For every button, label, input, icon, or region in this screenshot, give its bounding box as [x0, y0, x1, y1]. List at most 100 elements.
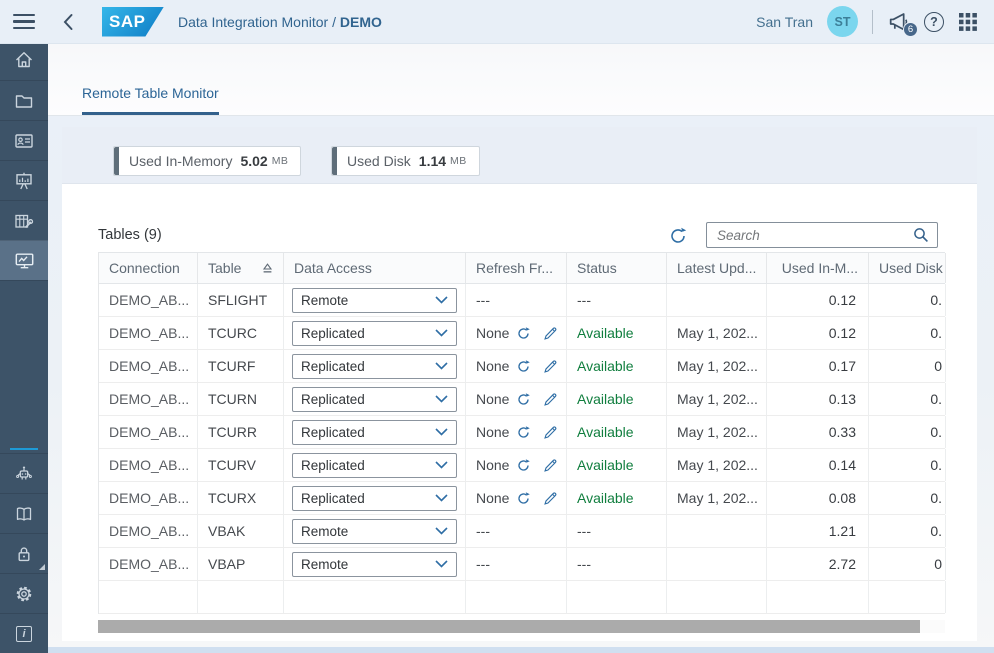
- notifications-megaphone-icon[interactable]: 6: [887, 10, 910, 33]
- horizontal-scrollbar[interactable]: [98, 620, 945, 633]
- data-access-select[interactable]: Remote: [292, 519, 457, 544]
- sidebar-item-presentation[interactable]: [0, 160, 48, 200]
- kpi-used-in-memory[interactable]: Used In-Memory 5.02 MB: [113, 146, 301, 176]
- help-icon[interactable]: ?: [924, 12, 944, 32]
- row-refresh-icon[interactable]: [516, 326, 531, 341]
- sap-logo[interactable]: SAP: [102, 7, 164, 37]
- kpi-used-disk[interactable]: Used Disk 1.14 MB: [331, 146, 480, 176]
- row-edit-pencil-icon[interactable]: [543, 326, 558, 341]
- data-access-select[interactable]: Replicated: [292, 321, 457, 346]
- kpi-accent-bar: [114, 147, 119, 175]
- app-grid-icon[interactable]: [958, 12, 978, 32]
- cell-connection: DEMO_AB...: [99, 515, 198, 547]
- sidebar-item-info[interactable]: i: [0, 613, 48, 653]
- cell-latest-update: [667, 515, 767, 547]
- row-refresh-icon[interactable]: [516, 392, 531, 407]
- row-refresh-icon[interactable]: [516, 359, 531, 374]
- cell-table: TCURX: [198, 482, 284, 514]
- column-header-refresh-frequency[interactable]: Refresh Fr...: [466, 253, 567, 283]
- sidebar-item-files[interactable]: [0, 80, 48, 120]
- table-row[interactable]: DEMO_AB... TCURR Replicated None Availab…: [99, 416, 945, 449]
- cell-used-disk: 0.: [869, 317, 946, 349]
- table-row[interactable]: DEMO_AB... VBAP Remote --- --- 2.72 0: [99, 548, 945, 581]
- scrollbar-thumb[interactable]: [98, 620, 920, 633]
- notification-badge: 6: [903, 22, 918, 37]
- column-header-data-access[interactable]: Data Access: [284, 253, 466, 283]
- data-access-value: Remote: [301, 557, 348, 572]
- data-access-value: Remote: [301, 524, 348, 539]
- table-row[interactable]: DEMO_AB... SFLIGHT Remote --- --- 0.12 0…: [99, 284, 945, 317]
- table-row[interactable]: DEMO_AB... TCURV Replicated None Availab…: [99, 449, 945, 482]
- cell-status: ---: [567, 284, 667, 316]
- cell-refresh-frequency: None: [466, 383, 567, 415]
- row-refresh-icon[interactable]: [516, 458, 531, 473]
- table-row[interactable]: DEMO_AB... TCURX Replicated None Availab…: [99, 482, 945, 515]
- refresh-frequency-value: None: [476, 457, 509, 473]
- cell-latest-update: May 1, 202...: [667, 350, 767, 382]
- search-icon[interactable]: [913, 227, 937, 243]
- data-access-select[interactable]: Replicated: [292, 354, 457, 379]
- lock-icon: [14, 544, 34, 564]
- sidebar-item-assistant[interactable]: [0, 453, 48, 493]
- table-row[interactable]: [99, 581, 945, 614]
- row-edit-pencil-icon[interactable]: [543, 458, 558, 473]
- data-access-select[interactable]: Replicated: [292, 486, 457, 511]
- table-row[interactable]: DEMO_AB... VBAK Remote --- --- 1.21 0.: [99, 515, 945, 548]
- data-access-select[interactable]: Replicated: [292, 387, 457, 412]
- sidebar-item-monitor[interactable]: [0, 240, 48, 280]
- column-header-status[interactable]: Status: [567, 253, 667, 283]
- sidebar-item-table-tools[interactable]: [0, 200, 48, 240]
- cell-data-access: Replicated: [284, 317, 466, 349]
- menu-icon[interactable]: [0, 0, 48, 44]
- sidebar-item-security[interactable]: [0, 533, 48, 573]
- cell-used-in-memory: 2.72: [767, 548, 869, 580]
- column-header-latest-update[interactable]: Latest Upd...: [667, 253, 767, 283]
- back-icon[interactable]: [62, 13, 74, 31]
- data-access-select[interactable]: Remote: [292, 552, 457, 577]
- row-refresh-icon[interactable]: [516, 425, 531, 440]
- cell-status: Available: [567, 317, 667, 349]
- table-row[interactable]: DEMO_AB... TCURF Replicated None Availab…: [99, 350, 945, 383]
- info-icon: i: [16, 626, 32, 642]
- chevron-down-icon: [435, 428, 448, 436]
- cell-latest-update: [667, 284, 767, 316]
- cell-status: Available: [567, 449, 667, 481]
- column-header-table[interactable]: Table: [198, 253, 284, 283]
- data-access-value: Replicated: [301, 326, 365, 341]
- sidebar-item-settings[interactable]: [0, 573, 48, 613]
- row-edit-pencil-icon[interactable]: [543, 425, 558, 440]
- data-access-select[interactable]: Remote: [292, 288, 457, 313]
- cell-table: TCURV: [198, 449, 284, 481]
- row-edit-pencil-icon[interactable]: [543, 491, 558, 506]
- refresh-frequency-value: ---: [476, 292, 490, 308]
- column-header-used-disk[interactable]: Used Disk: [869, 253, 946, 283]
- row-edit-pencil-icon[interactable]: [543, 359, 558, 374]
- refresh-frequency-value: ---: [476, 556, 490, 572]
- tab-remote-table-monitor[interactable]: Remote Table Monitor: [82, 85, 219, 115]
- data-access-select[interactable]: Replicated: [292, 420, 457, 445]
- row-edit-pencil-icon[interactable]: [543, 392, 558, 407]
- cell-table: SFLIGHT: [198, 284, 284, 316]
- table-row[interactable]: DEMO_AB... TCURC Replicated None Availab…: [99, 317, 945, 350]
- monitor-chart-icon: [14, 250, 35, 271]
- refresh-table-button[interactable]: [666, 224, 690, 248]
- chevron-down-icon: [435, 560, 448, 568]
- chevron-down-icon: [435, 461, 448, 469]
- sidebar-item-repository[interactable]: [0, 493, 48, 533]
- cell-used-disk: 0.: [869, 482, 946, 514]
- row-refresh-icon[interactable]: [516, 491, 531, 506]
- avatar[interactable]: ST: [827, 6, 858, 37]
- cell-connection: DEMO_AB...: [99, 383, 198, 415]
- sidebar-item-home[interactable]: [0, 40, 48, 80]
- home-icon: [14, 50, 34, 70]
- sidebar-item-catalog[interactable]: [0, 120, 48, 160]
- submenu-indicator: [39, 564, 45, 570]
- data-access-select[interactable]: Replicated: [292, 453, 457, 478]
- column-header-used-in-memory[interactable]: Used In-M...: [767, 253, 869, 283]
- table-row[interactable]: DEMO_AB... TCURN Replicated None Availab…: [99, 383, 945, 416]
- cell-used-in-memory: 0.33: [767, 416, 869, 448]
- column-header-connection[interactable]: Connection: [99, 253, 198, 283]
- cell-used-disk: 0: [869, 350, 946, 382]
- search-input[interactable]: [707, 228, 913, 243]
- cell-latest-update: May 1, 202...: [667, 482, 767, 514]
